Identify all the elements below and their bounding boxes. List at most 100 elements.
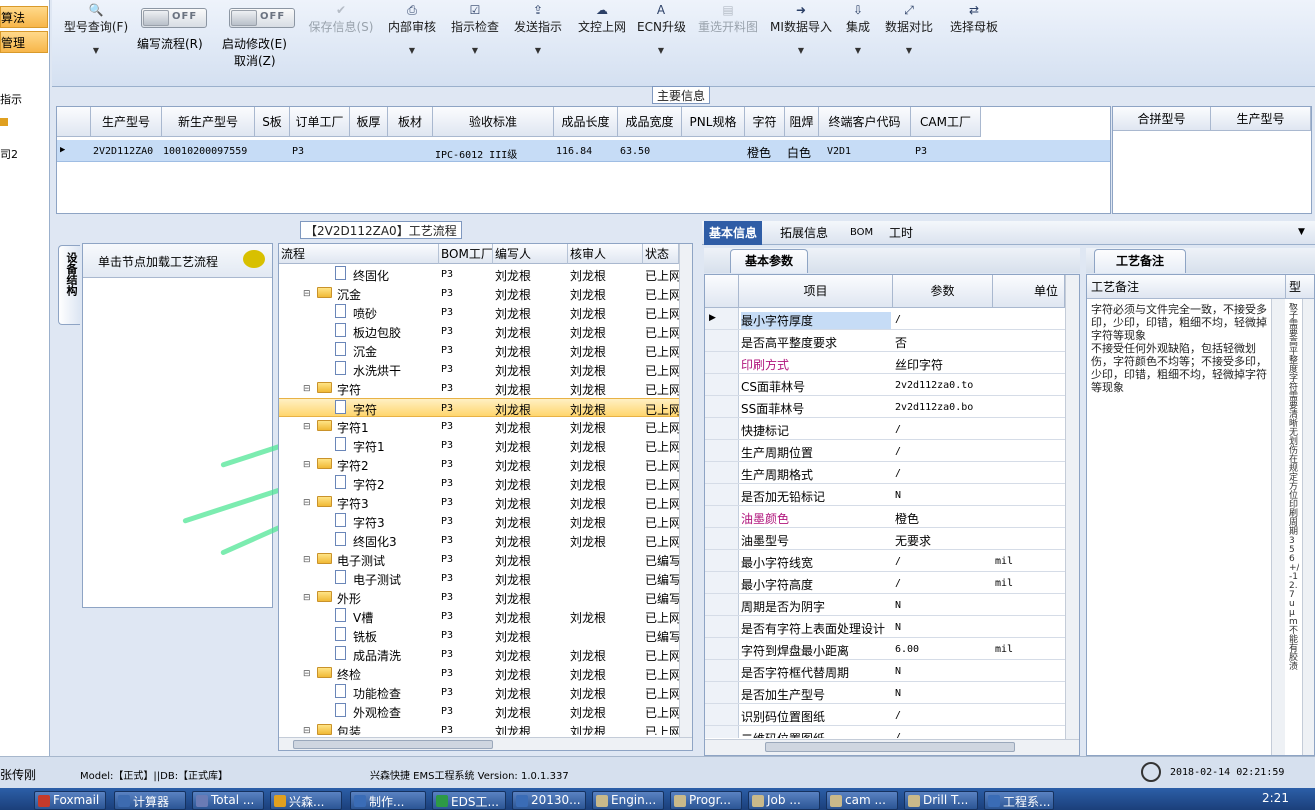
taskbar-item[interactable]: Job ...	[748, 791, 820, 810]
tree-row[interactable]: 终固化3 P3 刘龙根 刘龙根 已上网	[279, 531, 679, 550]
param-row[interactable]: CS面菲林号 2v2d112za0.to	[705, 374, 1065, 396]
param-value[interactable]: /	[895, 468, 901, 479]
tree-row[interactable]: 喷砂 P3 刘龙根 刘龙根 已上网	[279, 303, 679, 322]
row-selector[interactable]	[705, 616, 739, 637]
collapse-icon[interactable]: ⊟	[303, 498, 311, 508]
taskbar-item[interactable]: EDS工...	[432, 791, 506, 810]
tree-row[interactable]: 功能检查 P3 刘龙根 刘龙根 已上网	[279, 683, 679, 702]
param-value[interactable]: N	[895, 666, 901, 677]
tree-row[interactable]: 电子测试 P3 刘龙根 已编写	[279, 569, 679, 588]
row-selector[interactable]	[705, 660, 739, 681]
tree-row[interactable]: 外观检查 P3 刘龙根 刘龙根 已上网	[279, 702, 679, 721]
param-value[interactable]: /	[895, 556, 901, 567]
col-header[interactable]: CAM工厂	[911, 107, 981, 137]
param-value[interactable]: /	[895, 424, 901, 435]
param-value[interactable]: 2v2d112za0.to	[895, 380, 973, 391]
indicator-check-button[interactable]: ☑ 指示检查 ▼	[449, 2, 501, 72]
param-value[interactable]: 丝印字符	[895, 356, 943, 373]
col-header[interactable]: 生产型号	[91, 107, 162, 137]
row-selector[interactable]: ▶	[705, 308, 739, 329]
tree-row[interactable]: 水洗烘干 P3 刘龙根 刘龙根 已上网	[279, 360, 679, 379]
col-header[interactable]: 新生产型号	[162, 107, 255, 137]
taskbar-item[interactable]: Engin...	[592, 791, 664, 810]
col-header[interactable]: 单位	[993, 275, 1065, 308]
col-header[interactable]: 阻焊	[785, 107, 819, 137]
tree-row[interactable]: 成品清洗 P3 刘龙根 刘龙根 已上网	[279, 645, 679, 664]
row-selector[interactable]	[705, 462, 739, 483]
param-row[interactable]: 识别码位置图纸 /	[705, 704, 1065, 726]
row-selector[interactable]	[705, 440, 739, 461]
nav-item-indicator[interactable]: 指示	[0, 91, 22, 107]
tree-row[interactable]: 字符 P3 刘龙根 刘龙根 已上网	[279, 398, 679, 417]
row-selector[interactable]	[705, 506, 739, 527]
ecn-upgrade-button[interactable]: A ECN升级 ▼	[637, 2, 686, 72]
param-row[interactable]: 周期是否为阴字 N	[705, 594, 1065, 616]
param-row[interactable]: ▶ 最小字符厚度 /	[705, 308, 1065, 330]
param-row[interactable]: SS面菲林号 2v2d112za0.bo	[705, 396, 1065, 418]
tree-row[interactable]: ⊟ 电子测试 P3 刘龙根 已编写	[279, 550, 679, 569]
tree-row[interactable]: 铣板 P3 刘龙根 已编写	[279, 626, 679, 645]
param-value[interactable]: /	[895, 710, 901, 721]
col-header[interactable]: 项目	[739, 275, 893, 308]
doc-upload-button[interactable]: ☁ 文控上网	[576, 2, 628, 72]
row-selector[interactable]	[705, 550, 739, 571]
row-selector[interactable]	[705, 638, 739, 659]
param-row[interactable]: 是否有字符上表面处理设计 N	[705, 616, 1065, 638]
nav-item-manage[interactable]: 管理	[0, 31, 48, 53]
taskbar-item[interactable]: 工程系...	[984, 791, 1054, 810]
param-row[interactable]: 是否高平整度要求 否	[705, 330, 1065, 352]
row-selector[interactable]	[705, 374, 739, 395]
param-value[interactable]: 否	[895, 334, 907, 351]
param-value[interactable]: /	[895, 314, 901, 325]
param-row[interactable]: 是否加生产型号 N	[705, 682, 1065, 704]
row-selector[interactable]	[705, 330, 739, 351]
col-header[interactable]: 成品宽度	[618, 107, 682, 137]
cancel-label[interactable]: 取消(Z)	[234, 52, 276, 69]
row-selector[interactable]	[705, 726, 739, 738]
tree-row[interactable]: ⊟ 字符2 P3 刘龙根 刘龙根 已上网	[279, 455, 679, 474]
collapse-icon[interactable]: ⊟	[303, 726, 311, 735]
param-value[interactable]: N	[895, 600, 901, 611]
tree-row[interactable]: 字符1 P3 刘龙根 刘龙根 已上网	[279, 436, 679, 455]
param-value[interactable]: N	[895, 622, 901, 633]
param-row[interactable]: 印刷方式 丝印字符	[705, 352, 1065, 374]
tab-equipment-structure[interactable]: 设备结构	[58, 245, 80, 325]
collapse-icon[interactable]: ⊟	[303, 460, 311, 470]
tree-row[interactable]: 字符2 P3 刘龙根 刘龙根 已上网	[279, 474, 679, 493]
taskbar-clock[interactable]: 2:21	[1262, 791, 1289, 805]
tree-row[interactable]: ⊟ 终检 P3 刘龙根 刘龙根 已上网	[279, 664, 679, 683]
params-horizontal-scrollbar[interactable]	[705, 739, 1079, 755]
param-row[interactable]: 字符到焊盘最小距离 6.00 mil	[705, 638, 1065, 660]
tab-basic-params[interactable]: 基本参数	[730, 249, 808, 273]
tree-row[interactable]: ⊟ 外形 P3 刘龙根 已编写	[279, 588, 679, 607]
chevron-down-icon[interactable]: ▼	[1298, 227, 1305, 237]
param-row[interactable]: 是否字符框代替周期 N	[705, 660, 1065, 682]
row-selector[interactable]	[705, 484, 739, 505]
mi-import-button[interactable]: ➜ MI数据导入 ▼	[769, 2, 833, 72]
tab-work-hours[interactable]: 工时	[884, 221, 918, 245]
param-row[interactable]: 最小字符高度 / mil	[705, 572, 1065, 594]
col-header[interactable]: 板材	[388, 107, 433, 137]
tab-bom[interactable]: BOM	[845, 221, 878, 245]
collapse-icon[interactable]: ⊟	[303, 555, 311, 565]
taskbar-item[interactable]: Foxmail	[34, 791, 106, 810]
param-row[interactable]: 油墨颜色 橙色	[705, 506, 1065, 528]
col-header[interactable]: 生产型号	[1211, 107, 1311, 131]
internal-review-button[interactable]: ⎙ 内部审核 ▼	[386, 2, 438, 72]
param-value[interactable]: N	[895, 688, 901, 699]
tree-row[interactable]: 终固化 P3 刘龙根 刘龙根 已上网	[279, 265, 679, 284]
tree-row[interactable]: V槽 P3 刘龙根 刘龙根 已上网	[279, 607, 679, 626]
collapse-icon[interactable]: ⊟	[303, 289, 311, 299]
tree-row[interactable]: 沉金 P3 刘龙根 刘龙根 已上网	[279, 341, 679, 360]
col-header[interactable]: 验收标准	[433, 107, 554, 137]
taskbar-item[interactable]: cam ...	[826, 791, 898, 810]
row-selector[interactable]	[705, 352, 739, 373]
param-value[interactable]: /	[895, 578, 901, 589]
param-value[interactable]: 无要求	[895, 532, 931, 549]
tree-row[interactable]: ⊟ 字符1 P3 刘龙根 刘龙根 已上网	[279, 417, 679, 436]
collapse-icon[interactable]: ⊟	[303, 669, 311, 679]
tab-extended-info[interactable]: 拓展信息	[775, 221, 833, 245]
tree-row[interactable]: 板边包胶 P3 刘龙根 刘龙根 已上网	[279, 322, 679, 341]
param-row[interactable]: 快捷标记 /	[705, 418, 1065, 440]
tree-row[interactable]: ⊟ 包装 P3 刘龙根 刘龙根 已上网	[279, 721, 679, 735]
